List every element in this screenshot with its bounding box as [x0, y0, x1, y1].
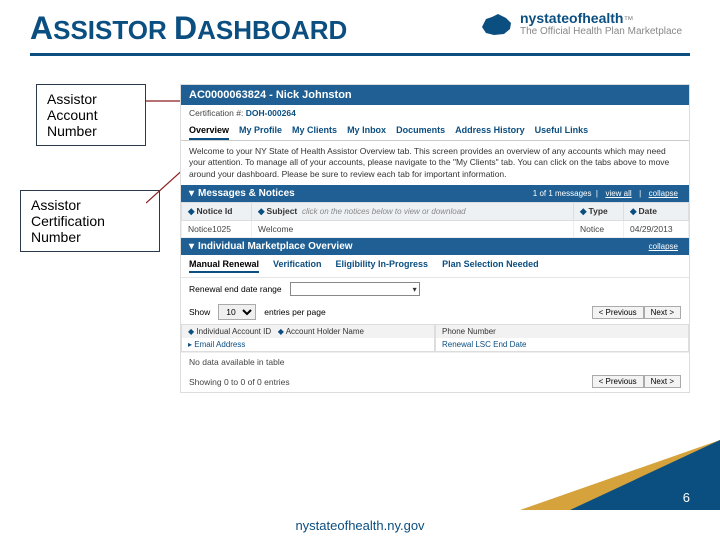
chevron-down-icon: ▾ — [189, 241, 194, 252]
certification-row: Certification #: DOH-000264 — [181, 105, 689, 121]
collapse-overview-link[interactable]: collapse — [649, 242, 678, 251]
renewal-range-label: Renewal end date range — [189, 284, 282, 294]
tab-my-profile[interactable]: My Profile — [239, 125, 282, 140]
tab-useful-links[interactable]: Useful Links — [535, 125, 589, 140]
nysoh-logo: nystateofhealth™ The Official Health Pla… — [480, 6, 690, 42]
previous-button[interactable]: < Previous — [592, 306, 644, 319]
title-rule — [30, 53, 690, 56]
page-size-select[interactable]: 10 — [218, 304, 256, 320]
tab-my-inbox[interactable]: My Inbox — [347, 125, 386, 140]
messages-section-header: ▾Messages & Notices 1 of 1 messages | vi… — [181, 185, 689, 202]
subtab-plan-selection[interactable]: Plan Selection Needed — [442, 259, 539, 273]
tab-my-clients[interactable]: My Clients — [292, 125, 337, 140]
sort-icon[interactable]: ◆ — [580, 206, 587, 216]
account-header-bar: AC0000063824 - Nick Johnston — [181, 85, 689, 105]
table-row[interactable]: Notice1025 Welcome Notice 04/29/2013 — [182, 221, 689, 238]
footer-graphic — [360, 440, 720, 510]
footer-bar: nystateofhealth.ny.gov — [0, 510, 720, 540]
overview-subtabs: Manual Renewal Verification Eligibility … — [181, 255, 689, 278]
showing-text: Showing 0 to 0 of 0 entries — [189, 377, 290, 387]
tab-address-history[interactable]: Address History — [455, 125, 525, 140]
sort-icon[interactable]: ◆ — [258, 206, 265, 216]
sort-icon[interactable]: ◆ — [188, 206, 195, 216]
tab-documents[interactable]: Documents — [396, 125, 445, 140]
dashboard-panel: AC0000063824 - Nick Johnston Certificati… — [180, 84, 690, 393]
chevron-down-icon: ▾ — [189, 188, 194, 199]
messages-count: 1 of 1 messages — [533, 189, 592, 198]
empty-table-text: No data available in table — [181, 352, 689, 371]
show-label: Show — [189, 307, 210, 317]
collapse-messages-link[interactable]: collapse — [649, 189, 678, 198]
next-button[interactable]: Next > — [644, 375, 681, 388]
overview-section-header: ▾Individual Marketplace Overview collaps… — [181, 238, 689, 255]
previous-button[interactable]: < Previous — [592, 375, 644, 388]
page-number: 6 — [683, 490, 690, 505]
subtab-verification[interactable]: Verification — [273, 259, 322, 273]
messages-table: ◆Notice Id ◆Subject click on the notices… — [181, 202, 689, 238]
callout-account-number: Assistor Account Number — [36, 84, 146, 146]
view-all-link[interactable]: view all — [605, 189, 631, 198]
welcome-text: Welcome to your NY State of Health Assis… — [181, 141, 689, 185]
callout-certification-number: Assistor Certification Number — [20, 190, 160, 252]
overview-columns: ◆ Individual Account ID ◆ Account Holder… — [181, 324, 689, 352]
subtab-eligibility[interactable]: Eligibility In-Progress — [336, 259, 429, 273]
renewal-range-select[interactable] — [290, 282, 420, 296]
footer-url: nystateofhealth.ny.gov — [295, 518, 424, 533]
main-tabs: Overview My Profile My Clients My Inbox … — [181, 121, 689, 141]
entries-label: entries per page — [264, 307, 325, 317]
ny-state-icon — [480, 9, 514, 39]
subtab-manual-renewal[interactable]: Manual Renewal — [189, 259, 259, 273]
sort-icon[interactable]: ◆ — [630, 206, 637, 216]
next-button[interactable]: Next > — [644, 306, 681, 319]
tab-overview[interactable]: Overview — [189, 125, 229, 140]
